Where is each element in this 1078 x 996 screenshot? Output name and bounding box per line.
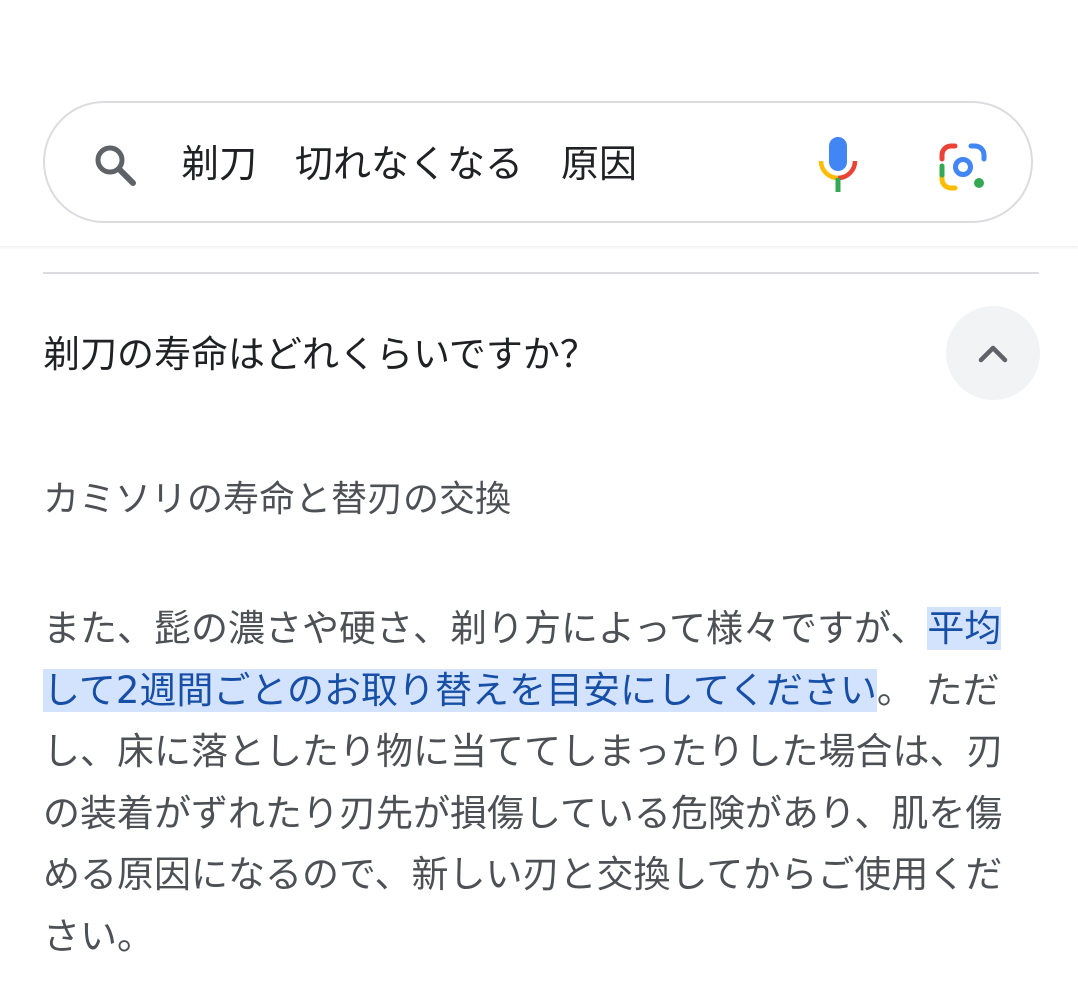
chevron-up-icon — [977, 338, 1009, 368]
faq-question[interactable]: 剃刀の寿命はどれくらいですか？ — [43, 325, 597, 385]
answer-text: また、髭の濃さや硬さ、剃り方によって様々ですが、平均して2週間ごとのお取り替えを… — [43, 598, 1037, 967]
section-divider — [43, 272, 1039, 274]
answer-text-before: また、髭の濃さや硬さ、剃り方によって様々ですが、 — [43, 607, 928, 650]
collapse-button[interactable] — [946, 306, 1040, 400]
mic-icon[interactable] — [815, 135, 861, 195]
search-header: 剃刀 切れなくなる 原因 — [0, 0, 1078, 246]
answer-title: カミソリの寿命と替刃の交換 — [43, 479, 512, 520]
search-input[interactable]: 剃刀 切れなくなる 原因 — [181, 133, 637, 195]
lens-icon[interactable] — [938, 142, 988, 192]
search-bar[interactable]: 剃刀 切れなくなる 原因 — [43, 101, 1033, 223]
search-icon[interactable] — [91, 141, 139, 189]
